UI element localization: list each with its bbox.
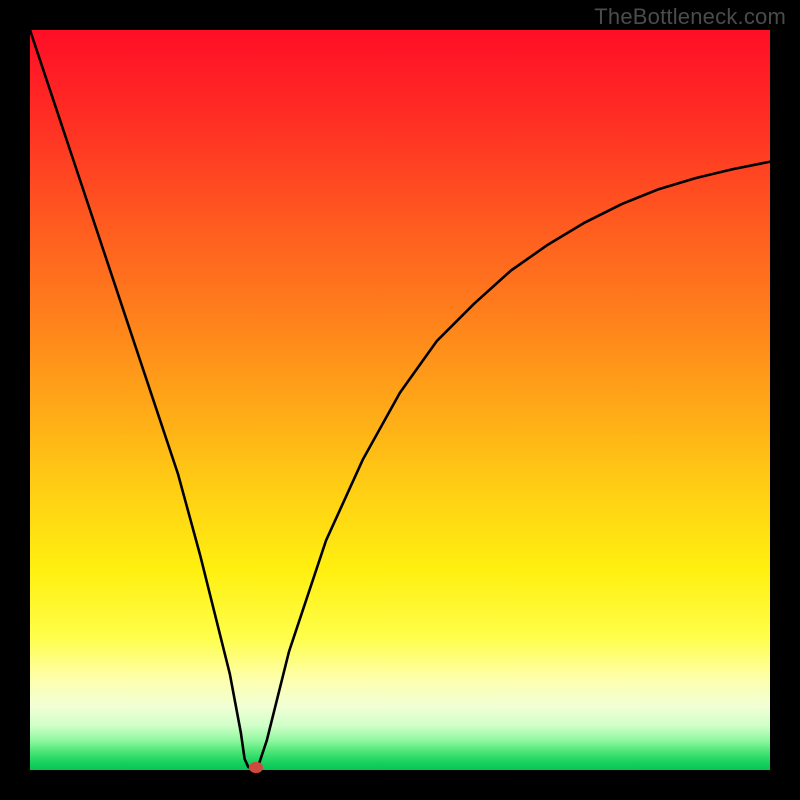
minimum-marker [249,762,263,773]
chart-background [30,30,770,770]
bottleneck-chart [30,30,770,770]
chart-frame: TheBottleneck.com [0,0,800,800]
watermark-text: TheBottleneck.com [594,4,786,30]
